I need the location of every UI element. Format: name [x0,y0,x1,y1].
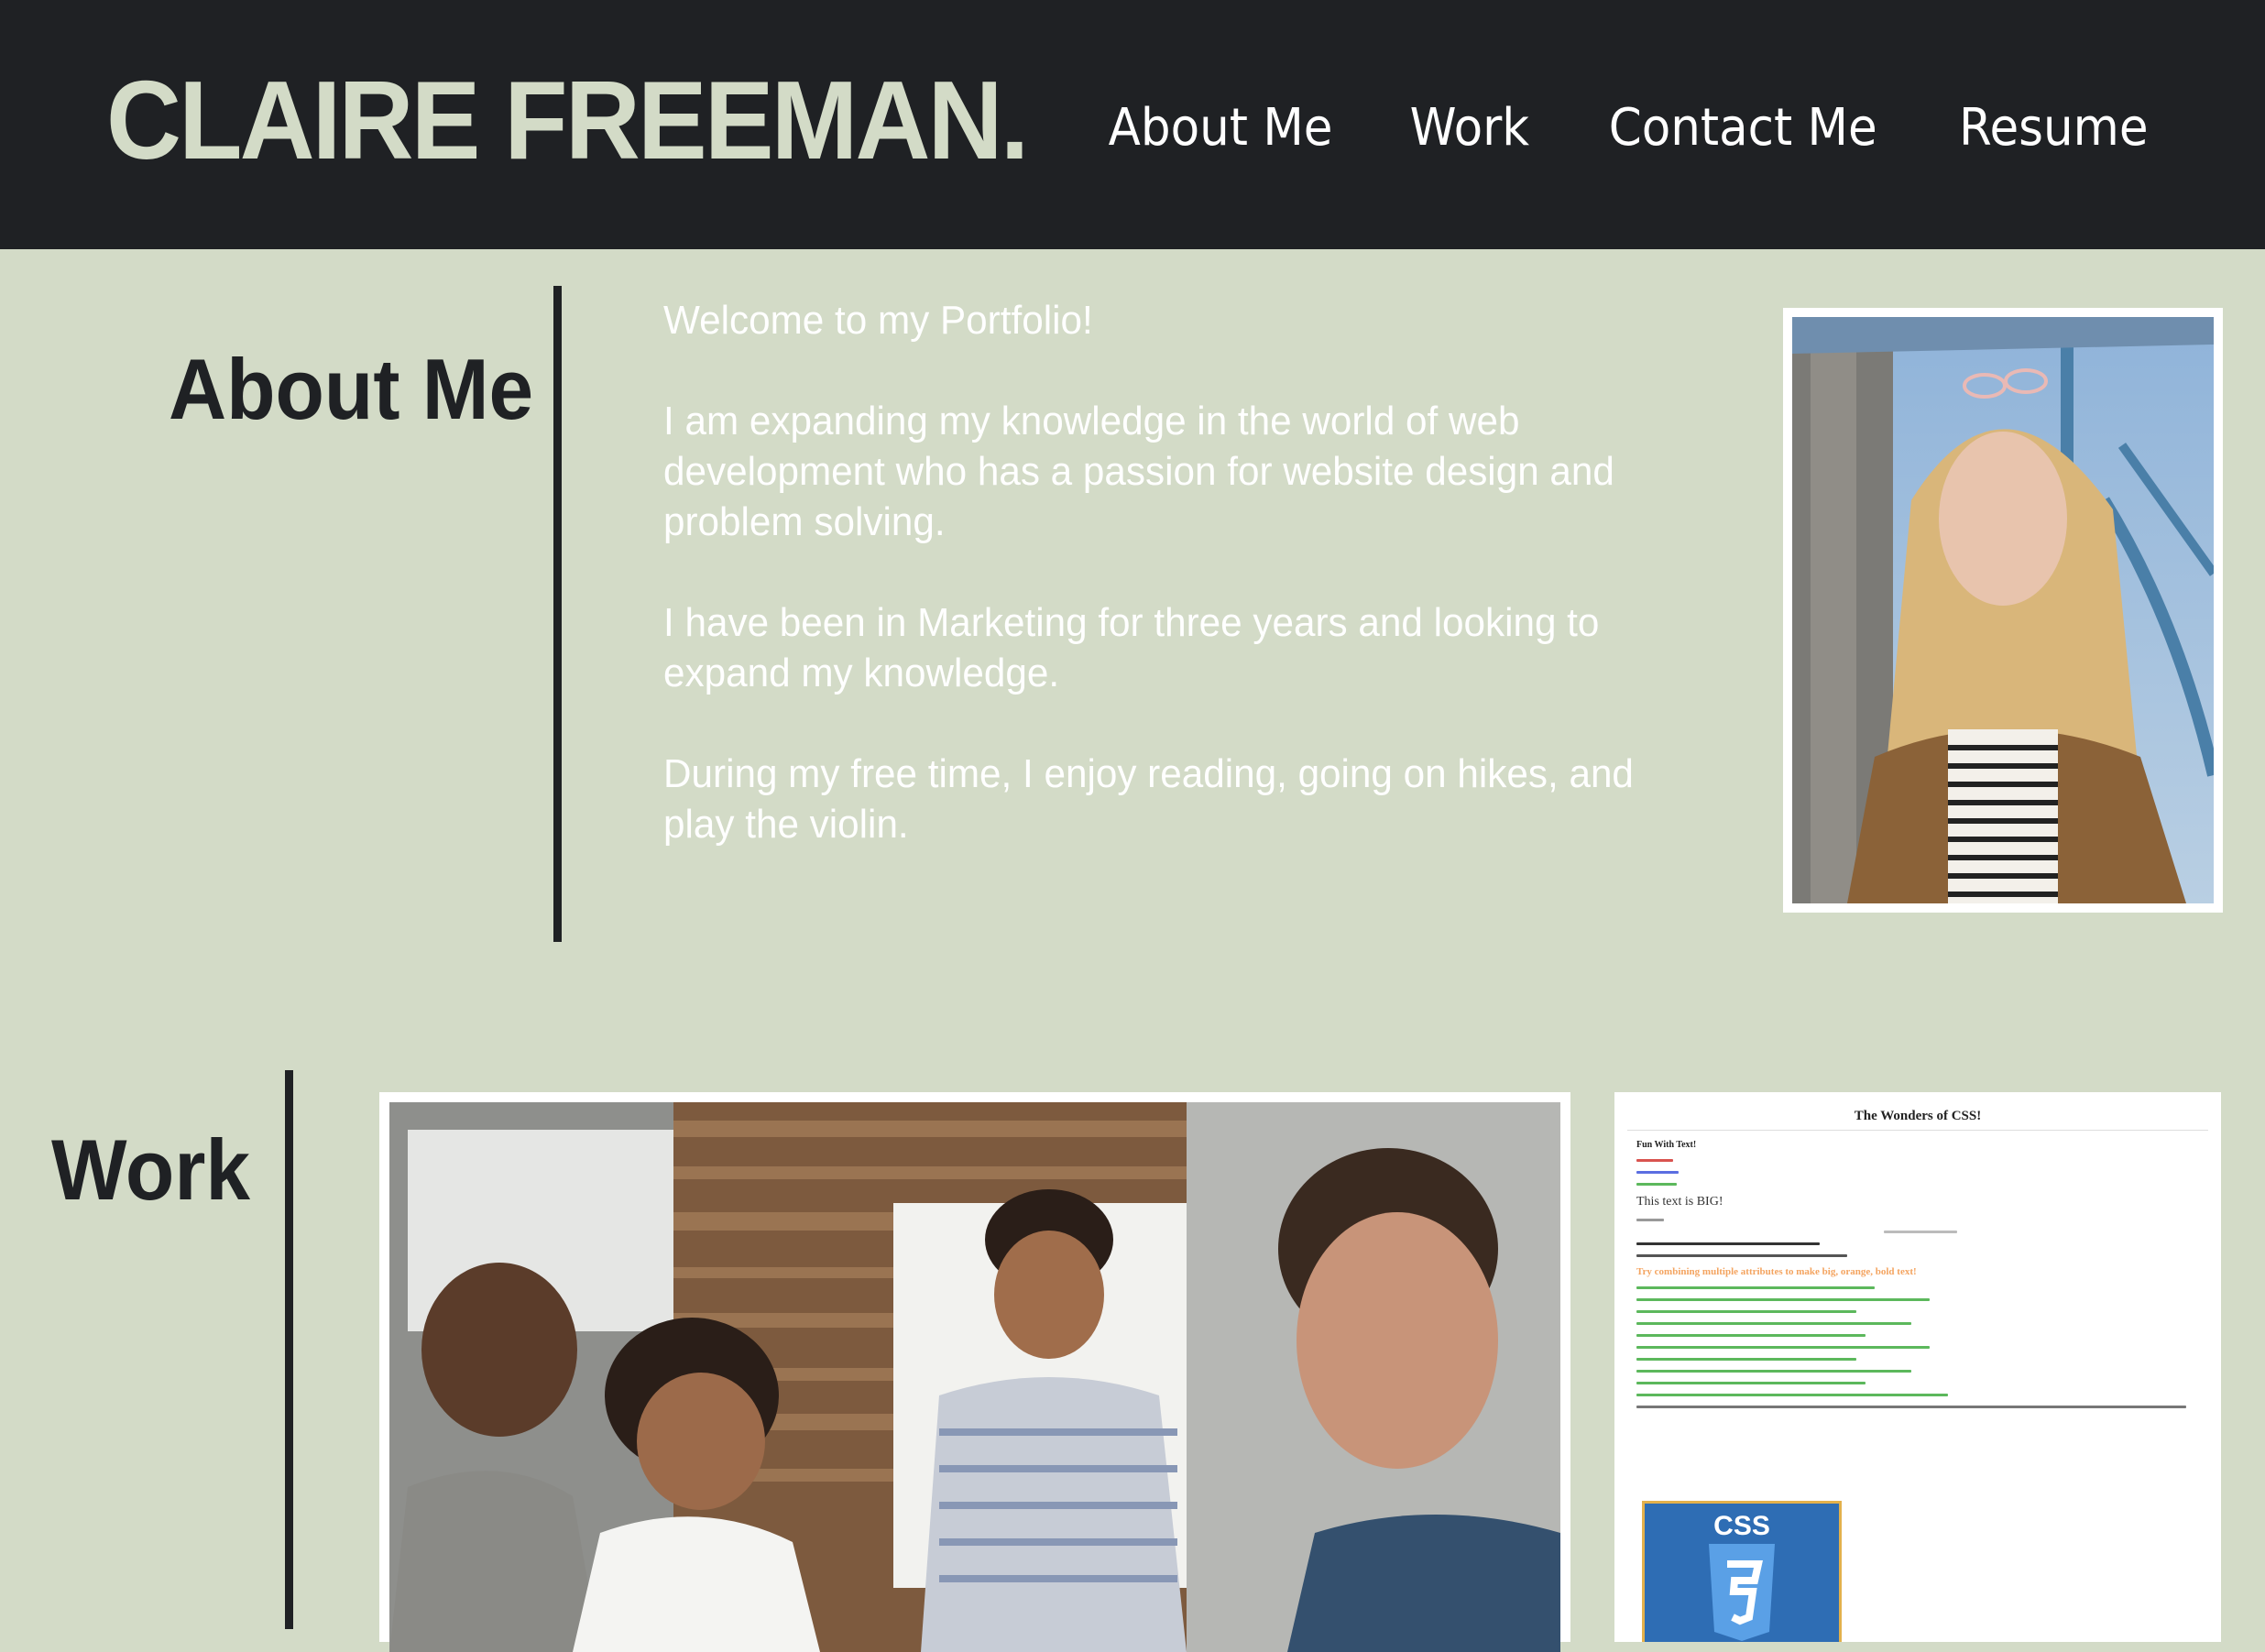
css-page-line [1636,1298,1930,1301]
nav-about-me[interactable]: About Me [1109,103,1333,154]
about-paragraph-free-time: During my free time, I enjoy reading, go… [663,751,1634,847]
team-meeting-illustration [389,1102,1560,1652]
css-page-line [1636,1286,1875,1289]
about-paragraph-welcome: Welcome to my Portfolio! [663,298,1093,343]
css-page-title: The Wonders of CSS! [1627,1101,2208,1131]
work-project-2[interactable]: The Wonders of CSS! Fun With Text! This … [1614,1092,2221,1642]
svg-text:CSS: CSS [1713,1511,1770,1541]
nav-resume[interactable]: Resume [1959,103,2149,154]
css-page-line [1636,1219,1664,1221]
css-page-line [1636,1171,1679,1174]
profile-photo-illustration [1792,317,2214,903]
css-page-line [1636,1322,1911,1325]
css-page-line [1636,1159,1673,1162]
about-paragraph-marketing: I have been in Marketing for three years… [663,600,1600,695]
css-page-orange-text: Try combining multiple attributes to mak… [1636,1266,1917,1277]
work-project-1-image[interactable] [389,1102,1560,1652]
about-paragraph-knowledge: I am expanding my knowledge in the world… [663,399,1614,544]
css-page-big-text: This text is BIG! [1636,1195,1723,1209]
css-page-line [1636,1370,1911,1373]
site-header: CLAIRE FREEMAN. About Me Work Contact Me… [0,0,2265,249]
about-text: Welcome to my Portfolio! I am expanding … [663,295,1692,900]
css-page-line [1636,1242,1820,1245]
work-heading: Work [51,1121,250,1218]
css-page-line [1636,1346,1930,1349]
profile-photo-image [1792,317,2214,903]
css-page-screenshot[interactable]: The Wonders of CSS! Fun With Text! This … [1627,1101,2208,1642]
main-nav: About Me Work Contact Me Resume [1099,103,2157,154]
css-page-line [1636,1406,2186,1408]
nav-contact-me[interactable]: Contact Me [1609,103,1877,154]
profile-photo [1783,308,2223,913]
css3-logo-icon: CSS [1642,1501,1842,1642]
css-page-line [1636,1334,1866,1337]
about-heading: About Me [169,341,534,437]
css-page-subtitle: Fun With Text! [1636,1140,1697,1150]
css-page-line [1636,1183,1677,1186]
css-page-line [1636,1394,1948,1396]
site-brand[interactable]: CLAIRE FREEMAN. [106,64,1029,176]
css3-shield-icon: CSS [1709,1511,1775,1641]
css-page-line [1884,1231,1957,1233]
work-project-1[interactable] [379,1092,1570,1652]
work-divider [285,1070,293,1629]
css-page-line [1636,1254,1847,1257]
css-page-line [1636,1382,1866,1384]
css-page-line [1636,1310,1856,1313]
nav-work[interactable]: Work [1410,103,1529,154]
css-page-line [1636,1358,1856,1361]
about-divider [553,286,562,942]
